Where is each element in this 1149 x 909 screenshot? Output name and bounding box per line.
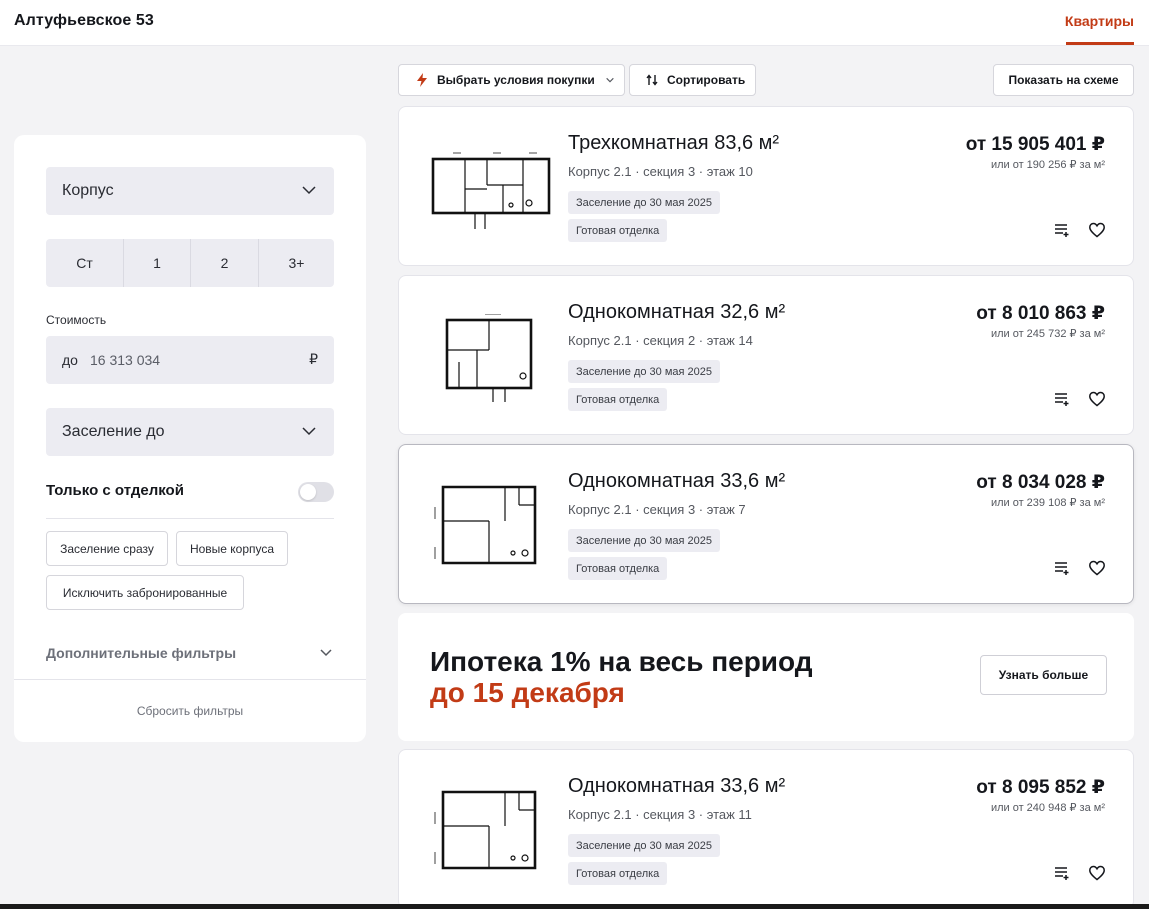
- tab-active-indicator: [1066, 42, 1134, 45]
- chevron-down-icon[interactable]: [318, 645, 334, 661]
- toggle-knob: [300, 484, 316, 500]
- heart-icon[interactable]: [1088, 221, 1106, 239]
- move-in-select[interactable]: Заселение до: [46, 408, 334, 456]
- rooms-option-1[interactable]: 1: [124, 239, 191, 287]
- reset-filters-button[interactable]: Сбросить фильтры: [14, 704, 366, 718]
- filters-panel: Корпус Ст 1 2 3+ Стоимость до 16 313 034…: [14, 135, 366, 742]
- move-in-badge: Заселение до 30 мая 2025: [568, 360, 720, 383]
- finish-badge: Готовая отделка: [568, 388, 668, 411]
- chevron-down-icon: [302, 427, 316, 436]
- heart-icon[interactable]: [1088, 559, 1106, 577]
- promo-headline: Ипотека 1% на весь период: [430, 646, 813, 677]
- sort-button[interactable]: Сортировать: [629, 64, 756, 96]
- listing-price: от 8 034 028 ₽: [976, 472, 1105, 493]
- compare-list-icon[interactable]: [1053, 559, 1071, 577]
- listing-card[interactable]: Однокомнатная 33,6 м² Корпус 2.1 · секци…: [398, 444, 1134, 604]
- listing-price-per-m2: или от 240 948 ₽ за м²: [990, 802, 1105, 814]
- listing-price-per-m2: или от 245 732 ₽ за м²: [990, 328, 1105, 340]
- heart-icon[interactable]: [1088, 864, 1106, 882]
- move-in-select-label: Заселение до: [62, 423, 165, 440]
- building-select[interactable]: Корпус: [46, 167, 334, 215]
- listing-card[interactable]: Однокомнатная 32,6 м² Корпус 2.1 · секци…: [398, 275, 1134, 435]
- cost-label: Стоимость: [46, 313, 107, 327]
- listing-location: Корпус 2.1 · секция 3 · этаж 7: [568, 502, 746, 517]
- sort-label: Сортировать: [667, 73, 746, 87]
- tab-apartments[interactable]: Квартиры: [1065, 13, 1134, 29]
- heart-icon[interactable]: [1088, 390, 1106, 408]
- rooms-option-studio[interactable]: Ст: [46, 239, 124, 287]
- listing-title[interactable]: Однокомнатная 33,6 м²: [568, 470, 785, 493]
- listing-card[interactable]: Трехкомнатная 83,6 м² Корпус 2.1 · секци…: [398, 106, 1134, 266]
- finish-badge: Готовая отделка: [568, 219, 668, 242]
- chip-move-in-now[interactable]: Заселение сразу: [46, 531, 168, 566]
- listing-location: Корпус 2.1 · секция 3 · этаж 11: [568, 807, 752, 822]
- purchase-conditions-label: Выбрать условия покупки: [437, 73, 595, 87]
- listing-title[interactable]: Трехкомнатная 83,6 м²: [568, 132, 779, 155]
- compare-list-icon[interactable]: [1053, 864, 1071, 882]
- divider: [46, 518, 334, 519]
- project-title: Алтуфьевское 53: [14, 12, 154, 29]
- finish-only-toggle[interactable]: [298, 482, 334, 502]
- listing-price: от 8 010 863 ₽: [976, 303, 1105, 324]
- listing-card[interactable]: Однокомнатная 33,6 м² Корпус 2.1 · секци…: [398, 749, 1134, 909]
- show-on-scheme-button[interactable]: Показать на схеме: [993, 64, 1134, 96]
- listing-price-per-m2: или от 190 256 ₽ за м²: [990, 159, 1105, 171]
- chip-exclude-booked[interactable]: Исключить забронированные: [46, 575, 244, 610]
- listing-location: Корпус 2.1 · секция 2 · этаж 14: [568, 333, 753, 348]
- building-select-label: Корпус: [62, 182, 114, 199]
- move-in-badge: Заселение до 30 мая 2025: [568, 191, 720, 214]
- listing-price: от 15 905 401 ₽: [965, 134, 1105, 155]
- divider: [14, 679, 366, 680]
- window-bottom-edge: [0, 904, 1149, 909]
- finish-only-label: Только с отделкой: [46, 482, 184, 499]
- price-prefix: до: [62, 352, 78, 368]
- move-in-badge: Заселение до 30 мая 2025: [568, 834, 720, 857]
- floor-plan-image: [434, 790, 537, 870]
- compare-list-icon[interactable]: [1053, 221, 1071, 239]
- price-max-input[interactable]: до 16 313 034 ₽: [46, 336, 334, 384]
- floor-plan-image: [431, 152, 551, 229]
- price-currency: ₽: [309, 351, 318, 367]
- chevron-down-icon: [302, 186, 316, 195]
- listing-title[interactable]: Однокомнатная 33,6 м²: [568, 775, 785, 798]
- listing-location: Корпус 2.1 · секция 3 · этаж 10: [568, 164, 753, 179]
- floor-plan-image: [445, 314, 533, 402]
- sort-icon: [646, 74, 658, 86]
- learn-more-button[interactable]: Узнать больше: [980, 655, 1107, 695]
- listing-price: от 8 095 852 ₽: [976, 777, 1105, 798]
- top-bar: Алтуфьевское 53 Квартиры: [0, 0, 1149, 46]
- price-value[interactable]: 16 313 034: [90, 352, 160, 368]
- listing-price-per-m2: или от 239 108 ₽ за м²: [990, 497, 1105, 509]
- floor-plan-image: [434, 485, 537, 565]
- compare-list-icon[interactable]: [1053, 390, 1071, 408]
- chevron-down-icon: [606, 77, 614, 83]
- lightning-icon: [417, 73, 427, 87]
- move-in-badge: Заселение до 30 мая 2025: [568, 529, 720, 552]
- purchase-conditions-button[interactable]: Выбрать условия покупки: [398, 64, 625, 96]
- chip-new-buildings[interactable]: Новые корпуса: [176, 531, 288, 566]
- finish-badge: Готовая отделка: [568, 862, 668, 885]
- show-on-scheme-label: Показать на схеме: [1008, 73, 1119, 87]
- promo-deadline: до 15 декабря: [430, 677, 625, 708]
- finish-badge: Готовая отделка: [568, 557, 668, 580]
- more-filters-toggle[interactable]: Дополнительные фильтры: [46, 645, 236, 661]
- rooms-option-3plus[interactable]: 3+: [259, 239, 334, 287]
- mortgage-promo-banner: Ипотека 1% на весь период до 15 декабря …: [398, 613, 1134, 741]
- rooms-selector: Ст 1 2 3+: [46, 239, 334, 287]
- rooms-option-2[interactable]: 2: [191, 239, 259, 287]
- listing-title[interactable]: Однокомнатная 32,6 м²: [568, 301, 785, 324]
